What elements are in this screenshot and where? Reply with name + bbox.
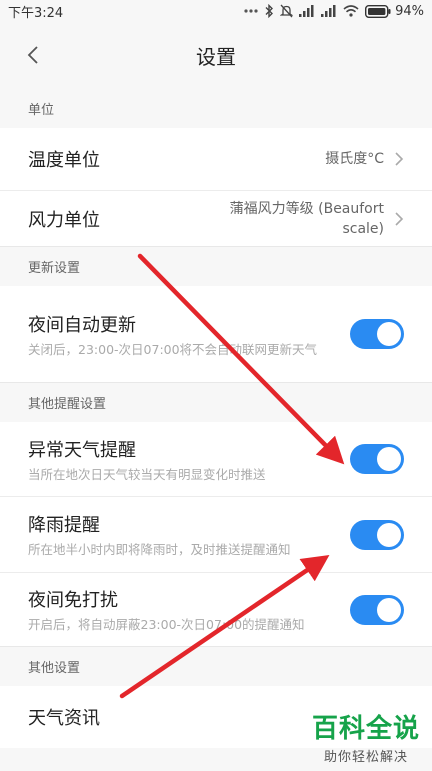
row-value: 摄氏度°C	[325, 149, 404, 169]
units-group: 温度单位 摄氏度°C 风力单位 蒲福风力等级 (Beaufort scale)	[0, 128, 432, 246]
row-text: 降雨提醒 所在地半小时内即将降雨时，及时推送提醒通知	[28, 511, 291, 558]
chevron-left-icon	[27, 46, 38, 64]
rain-alert-row: 降雨提醒 所在地半小时内即将降雨时，及时推送提醒通知	[0, 496, 432, 572]
toggle-knob	[377, 597, 401, 622]
row-title: 天气资讯	[28, 708, 100, 729]
row-title: 温度单位	[28, 150, 100, 171]
battery-percent: 94%	[395, 3, 424, 19]
night-auto-update-toggle[interactable]	[350, 319, 404, 349]
status-time: 下午3:24	[8, 5, 64, 21]
row-text: 异常天气提醒 当所在地次日天气较当天有明显变化时推送	[28, 436, 266, 483]
status-bar: 下午3:24 94%	[0, 0, 432, 22]
temperature-unit-row[interactable]: 温度单位 摄氏度°C	[0, 128, 432, 190]
watermark-logo: 百科全说 助你轻松解决	[312, 714, 420, 765]
row-desc: 所在地半小时内即将降雨时，及时推送提醒通知	[28, 542, 291, 557]
toggle-knob	[377, 322, 401, 346]
wind-unit-value: 蒲福风力等级 (Beaufort scale)	[229, 200, 384, 237]
section-header-alerts: 其他提醒设置	[0, 382, 432, 422]
abnormal-weather-alert-row: 异常天气提醒 当所在地次日天气较当天有明显变化时推送	[0, 422, 432, 496]
battery: 94%	[365, 4, 424, 19]
night-do-not-disturb-toggle[interactable]	[350, 594, 404, 625]
row-text: 夜间自动更新 关闭后，23:00-次日07:00将不会自动联网更新天气	[28, 311, 317, 358]
toggle-knob	[377, 447, 401, 471]
update-group: 夜间自动更新 关闭后，23:00-次日07:00将不会自动联网更新天气	[0, 286, 432, 382]
abnormal-weather-alert-toggle[interactable]	[350, 444, 404, 474]
chevron-right-icon	[395, 152, 404, 166]
row-title: 夜间免打扰	[28, 590, 118, 611]
toggle-knob	[377, 522, 401, 547]
title-bar: 设置	[0, 22, 432, 88]
chevron-right-icon	[395, 211, 404, 226]
temperature-unit-value: 摄氏度°C	[325, 151, 384, 167]
alerts-group: 异常天气提醒 当所在地次日天气较当天有明显变化时推送 降雨提醒 所在地半小时内即…	[0, 422, 432, 646]
bluetooth-icon	[265, 4, 274, 18]
row-title: 夜间自动更新	[28, 314, 136, 336]
status-icons: 94%	[244, 4, 424, 19]
signal-icon-2	[321, 5, 336, 17]
page-title: 设置	[196, 44, 236, 69]
rain-alert-toggle[interactable]	[350, 519, 404, 550]
row-title: 降雨提醒	[28, 515, 100, 536]
row-value: 蒲福风力等级 (Beaufort scale)	[224, 199, 404, 239]
night-auto-update-row: 夜间自动更新 关闭后，23:00-次日07:00将不会自动联网更新天气	[0, 286, 432, 382]
watermark-sub: 助你轻松解决	[323, 750, 408, 765]
row-title: 异常天气提醒	[28, 439, 136, 461]
signal-icon	[299, 5, 314, 17]
watermark-main: 百科全说	[311, 714, 420, 744]
section-header-units: 单位	[0, 88, 432, 128]
wifi-icon	[343, 5, 359, 17]
row-text: 夜间免打扰 开启后，将自动屏蔽23:00-次日07:00的提醒通知	[28, 586, 305, 633]
dots-icon	[244, 9, 258, 13]
row-desc: 开启后，将自动屏蔽23:00-次日07:00的提醒通知	[28, 617, 305, 632]
wind-unit-row[interactable]: 风力单位 蒲福风力等级 (Beaufort scale)	[0, 190, 432, 246]
back-button[interactable]	[18, 40, 48, 70]
row-title: 风力单位	[28, 209, 100, 231]
section-header-other: 其他设置	[0, 646, 432, 686]
mute-bell-icon	[280, 4, 294, 18]
row-desc: 当所在地次日天气较当天有明显变化时推送	[28, 466, 266, 482]
row-desc: 关闭后，23:00-次日07:00将不会自动联网更新天气	[28, 341, 318, 357]
battery-icon	[365, 4, 391, 18]
section-header-update: 更新设置	[0, 246, 432, 286]
night-do-not-disturb-row: 夜间免打扰 开启后，将自动屏蔽23:00-次日07:00的提醒通知	[0, 572, 432, 646]
